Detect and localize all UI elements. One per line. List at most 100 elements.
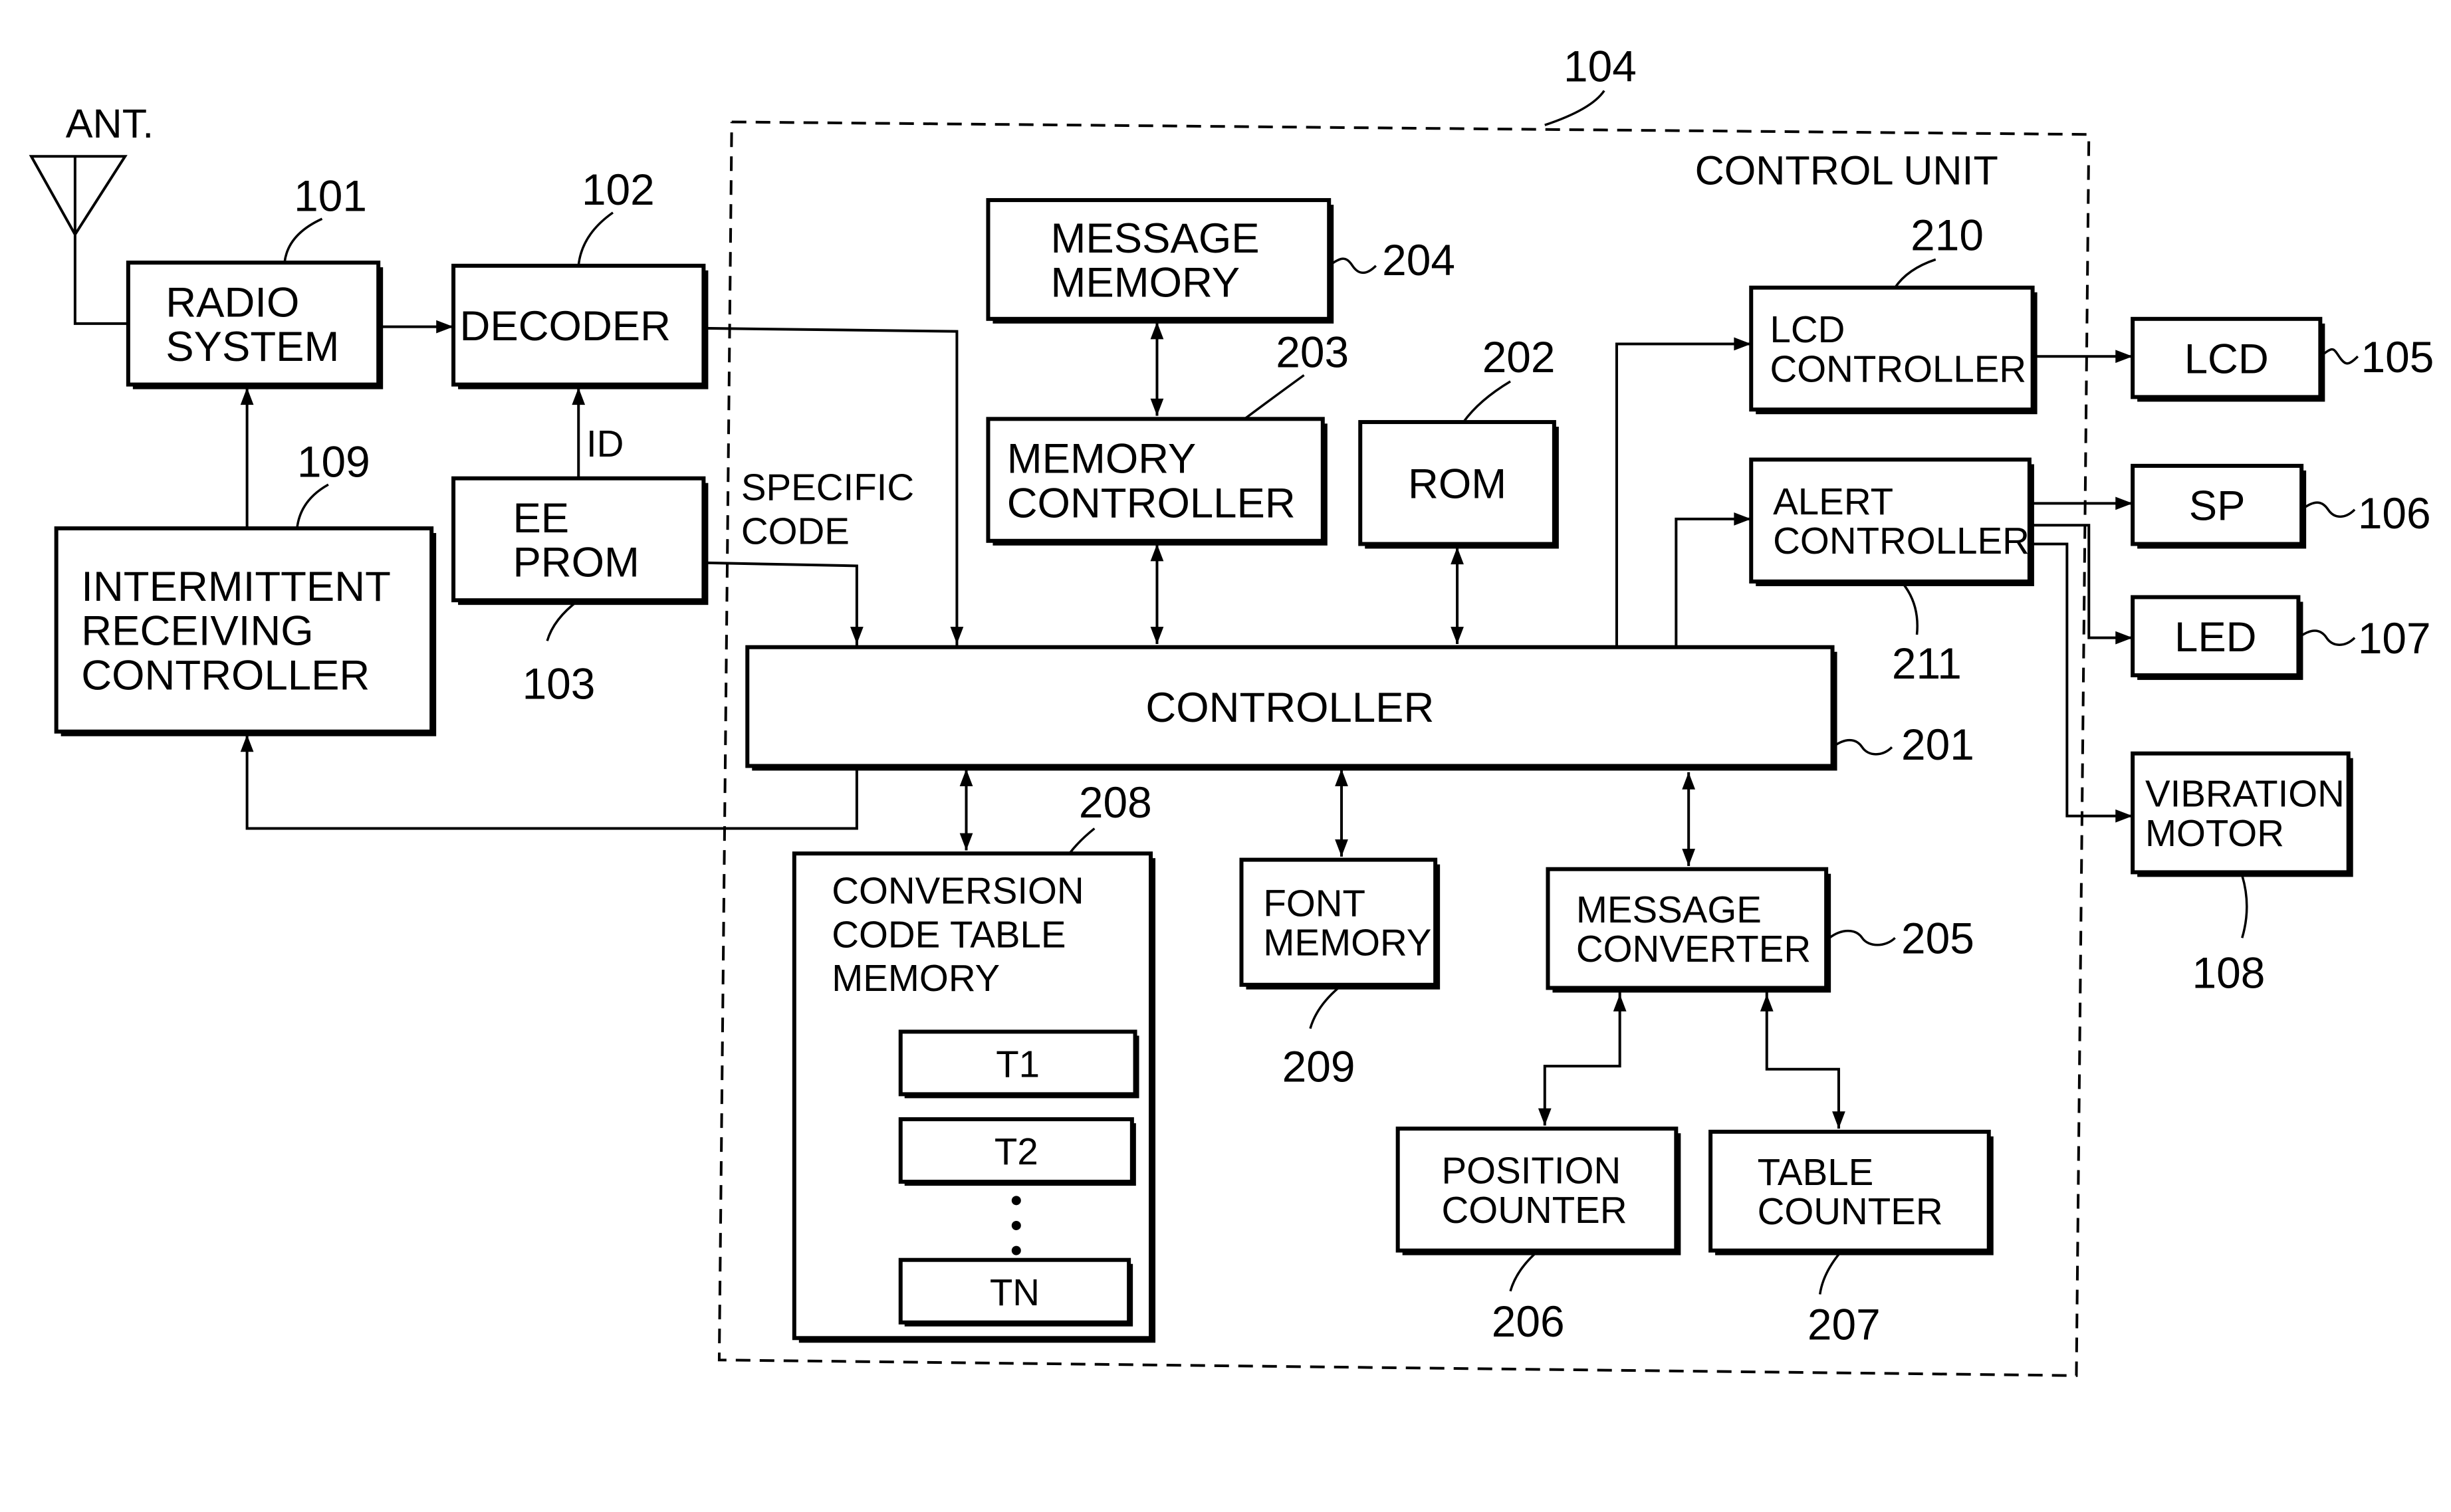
font-memory-block-label-line: FONT: [1263, 882, 1365, 924]
lcd-leader: [2319, 348, 2359, 365]
message-converter-block-label-line: CONVERTER: [1576, 928, 1811, 970]
intermittent-receiving-controller-block: INTERMITTENTRECEIVINGCONTROLLER: [54, 526, 437, 736]
leader-line: [1244, 374, 1305, 420]
reference-number: 205: [1901, 914, 1974, 963]
controller-leader: [1831, 738, 1893, 756]
position-counter-block: POSITIONCOUNTER: [1395, 1127, 1681, 1255]
intermittent-receiving-controller-block-label-line: RECEIVING: [81, 608, 313, 655]
leader-line: [283, 217, 323, 263]
arrowhead-icon: [2115, 809, 2133, 823]
reference-number: 209: [1282, 1042, 1355, 1091]
eeprom-block: EEPROM: [451, 476, 709, 605]
converter-position-counter: [1543, 991, 1621, 1126]
arrowhead-icon: [1451, 547, 1464, 565]
reference-number: 105: [2361, 332, 2434, 381]
leader-line: [1818, 1249, 1843, 1295]
control-unit-ref: 104: [1564, 41, 1637, 90]
radio-system-block-label-line: RADIO: [166, 279, 299, 326]
reference-number: 106: [2358, 488, 2431, 538]
memory-controller-block-label-line: CONTROLLER: [1007, 480, 1296, 526]
reference-number: 208: [1079, 778, 1152, 827]
vibration-motor-block-label-line: VIBRATION: [2145, 773, 2345, 815]
leader-line: [1309, 987, 1340, 1029]
reference-number: 107: [2358, 613, 2431, 663]
arrowhead-icon: [1682, 772, 1696, 790]
memory-controller-block: MEMORYCONTROLLER: [986, 417, 1328, 546]
alert-to-led: [2029, 524, 2133, 639]
converter-table-counter: [1765, 991, 1840, 1129]
led-leader: [2297, 629, 2356, 646]
alert-controller-block: ALERTCONTROLLER: [1749, 457, 2034, 586]
reference-number: 203: [1276, 328, 1349, 377]
message-converter-leader: [1828, 929, 1896, 946]
font-memory-block-label-line: MEMORY: [1263, 922, 1431, 964]
conversion-code-table-memory-block-label-line: CONVERSION: [832, 869, 1084, 911]
control-unit-label: CONTROL UNIT: [1695, 148, 1998, 193]
decoder-block-label-line: DECODER: [459, 303, 671, 350]
arrowhead-icon: [2115, 631, 2133, 645]
alert-to-vibration: [2029, 542, 2133, 817]
leader-line: [296, 483, 329, 529]
table-counter-block-label-line: TABLE: [1758, 1151, 1874, 1193]
code-table-tn: TN: [898, 1257, 1133, 1327]
reference-number: 210: [1911, 210, 1984, 259]
eeprom-block-label-line: EE: [513, 495, 569, 542]
arrowhead-icon: [1832, 1111, 1845, 1129]
rom-block: ROM: [1358, 420, 1559, 549]
arrowhead-icon: [1335, 839, 1348, 857]
radio-system-block-label-line: SYSTEM: [166, 324, 339, 370]
arrowhead-icon: [1451, 627, 1464, 645]
sp-block: SP: [2131, 463, 2307, 549]
reference-number: 201: [1901, 720, 1974, 769]
ellipsis-dot: [1011, 1220, 1021, 1230]
controller-to-alert-controller: [1675, 517, 1752, 647]
radio-system-block: RADIOSYSTEM: [126, 261, 384, 389]
id-signal-label: ID: [586, 423, 624, 465]
sp-block-label-line: SP: [2189, 483, 2246, 530]
reference-number: 207: [1808, 1300, 1881, 1349]
vibration-motor-block-label-line: MOTOR: [2145, 812, 2284, 854]
arrowhead-icon: [959, 769, 973, 787]
table-counter-block-label-line: COUNTER: [1758, 1190, 1943, 1232]
arrowhead-icon: [1150, 627, 1164, 645]
reference-number: 108: [2192, 948, 2266, 997]
lcd-block-label-line: LCD: [2184, 336, 2269, 382]
memory-controller-block-label-line: MEMORY: [1007, 436, 1197, 483]
message-converter-block-label-line: MESSAGE: [1576, 889, 1762, 930]
reference-number: 101: [294, 171, 367, 221]
arrowhead-icon: [572, 387, 586, 405]
arrowhead-icon: [1150, 398, 1164, 416]
ellipsis-dot: [1011, 1196, 1021, 1206]
alert-controller-block-label-line: ALERT: [1773, 481, 1893, 522]
reference-number: 109: [297, 437, 370, 486]
specific-code-label: CODE: [741, 510, 850, 552]
antenna-symbol: [29, 155, 128, 325]
message-memory-block-label-line: MESSAGE: [1051, 215, 1260, 262]
vibration-motor-block: VIBRATIONMOTOR: [2131, 751, 2353, 877]
led-block-label-line: LED: [2174, 614, 2257, 661]
lcd-controller-block-label-line: LCD: [1770, 308, 1845, 350]
antenna-icon: [29, 155, 128, 325]
arrowhead-icon: [1734, 337, 1752, 351]
antenna-label: ANT.: [66, 101, 154, 146]
arrowhead-icon: [950, 627, 964, 645]
message-memory-leader: [1328, 257, 1377, 274]
intermittent-receiving-controller-block-label-line: CONTROLLER: [81, 652, 370, 699]
ellipsis-dot: [1011, 1245, 1021, 1255]
leader-line: [577, 211, 614, 267]
arrowhead-icon: [240, 387, 254, 405]
arrowhead-icon: [1682, 849, 1696, 867]
sp-leader: [2301, 501, 2356, 518]
table-label: TN: [990, 1271, 1040, 1313]
rom-block-label-line: ROM: [1408, 461, 1506, 508]
arrowhead-icon: [1613, 994, 1627, 1012]
arrowhead-icon: [1150, 322, 1164, 340]
leader-line: [1068, 827, 1096, 855]
leader-line: [1462, 380, 1511, 423]
arrowhead-icon: [959, 833, 973, 851]
message-memory-block-label-line: MEMORY: [1051, 260, 1240, 306]
controller-to-lcd-controller: [1615, 342, 1752, 647]
table-label: T1: [996, 1043, 1040, 1085]
control-unit-leader: [1544, 90, 1605, 126]
led-block: LED: [2131, 595, 2303, 681]
